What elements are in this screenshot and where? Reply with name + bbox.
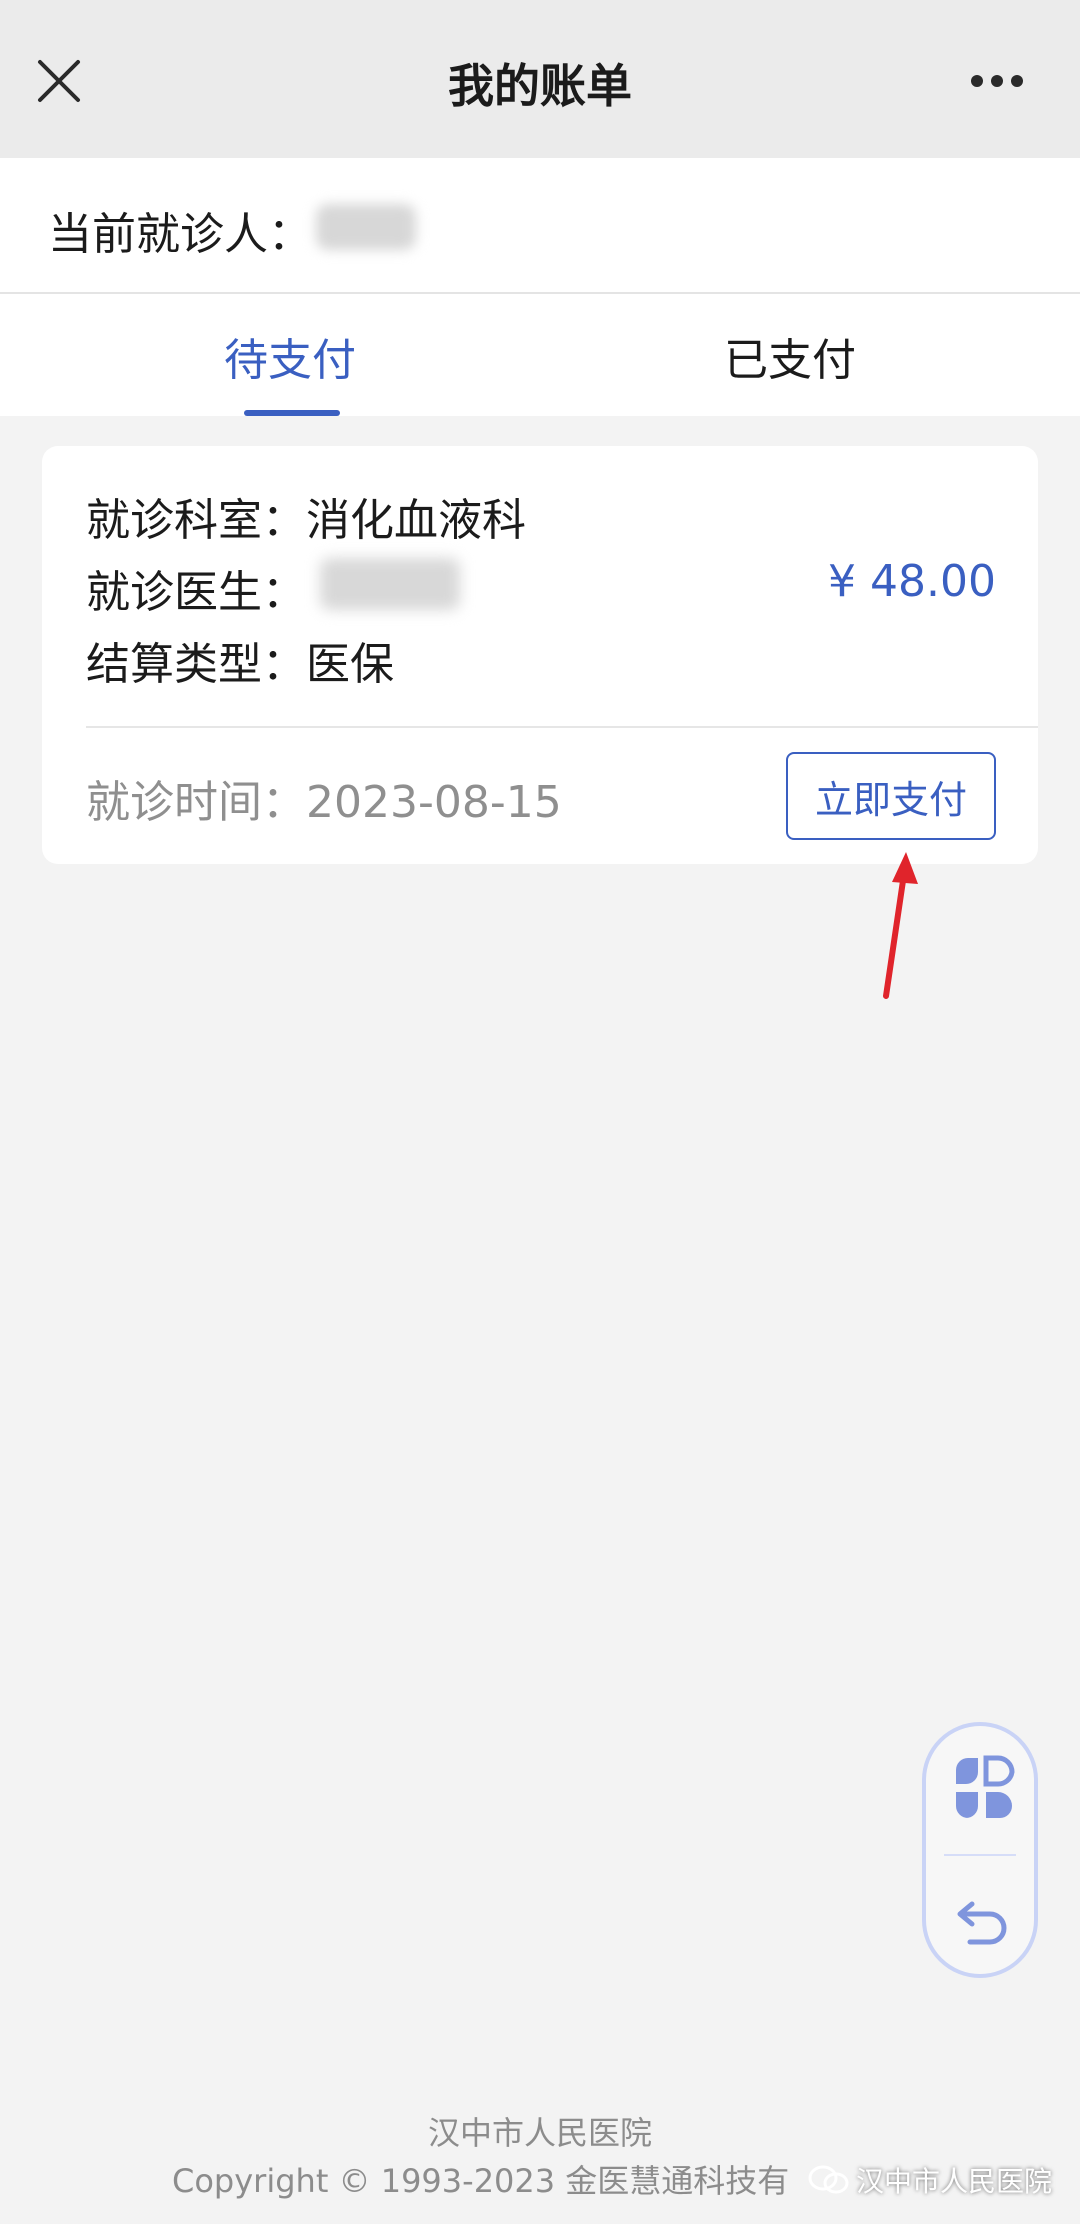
bill-card[interactable]: 就诊科室：消化血液科 就诊医生： ¥ 48.00 结算类型：医保 就诊时间：20… [42, 446, 1038, 864]
settlement-value: 医保 [306, 639, 394, 690]
doctor-row: 就诊医生： [86, 556, 306, 620]
visit-time-label: 就诊时间： [86, 777, 306, 828]
wechat-watermark: 汉中市人民医院 [808, 2160, 1052, 2200]
footer-hospital-name: 汉中市人民医院 [427, 2114, 652, 2152]
department-value: 消化血液科 [306, 495, 526, 546]
department-row: 就诊科室：消化血液科 [86, 484, 526, 548]
more-icon[interactable] [970, 74, 1024, 88]
tab-paid[interactable]: 已支付 [724, 324, 856, 388]
visit-time-row: 就诊时间：2023-08-15 [86, 766, 562, 830]
doctor-label: 就诊医生： [86, 567, 306, 618]
active-tab-indicator [244, 410, 340, 416]
card-divider [86, 726, 1038, 728]
settlement-label: 结算类型： [86, 639, 306, 690]
page-title: 我的账单 [448, 59, 632, 113]
doctor-name-redacted [320, 558, 460, 610]
settlement-row: 结算类型：医保 [86, 628, 394, 692]
top-navigation-bar: 我的账单 [0, 0, 1080, 158]
department-label: 就诊科室： [86, 495, 306, 546]
current-patient-label: 当前就诊人： [48, 209, 312, 260]
patient-name-redacted [316, 204, 416, 250]
pay-now-button[interactable]: 立即支付 [786, 752, 996, 840]
bill-amount: ¥ 48.00 [828, 556, 996, 607]
floating-control-panel [922, 1722, 1038, 1978]
apps-grid-icon[interactable] [948, 1754, 1016, 1822]
wechat-icon [808, 2165, 849, 2194]
floating-separator [944, 1854, 1016, 1856]
page: 我的账单 当前就诊人： 待支付 已支付 就诊科室：消化血液科 就诊医生： ¥ 4… [0, 0, 1080, 2224]
visit-time-value: 2023-08-15 [306, 777, 562, 828]
tab-pending-payment[interactable]: 待支付 [224, 324, 356, 388]
footer-copyright: Copyright © 1993-2023 金医慧通科技有 [172, 2162, 790, 2200]
bill-status-tabs: 待支付 已支付 [0, 294, 1080, 416]
current-patient-bar[interactable]: 当前就诊人： [0, 158, 1080, 294]
back-arrow-icon[interactable] [952, 1890, 1012, 1950]
watermark-text: 汉中市人民医院 [856, 2165, 1053, 2198]
annotation-arrow-icon [883, 852, 918, 999]
